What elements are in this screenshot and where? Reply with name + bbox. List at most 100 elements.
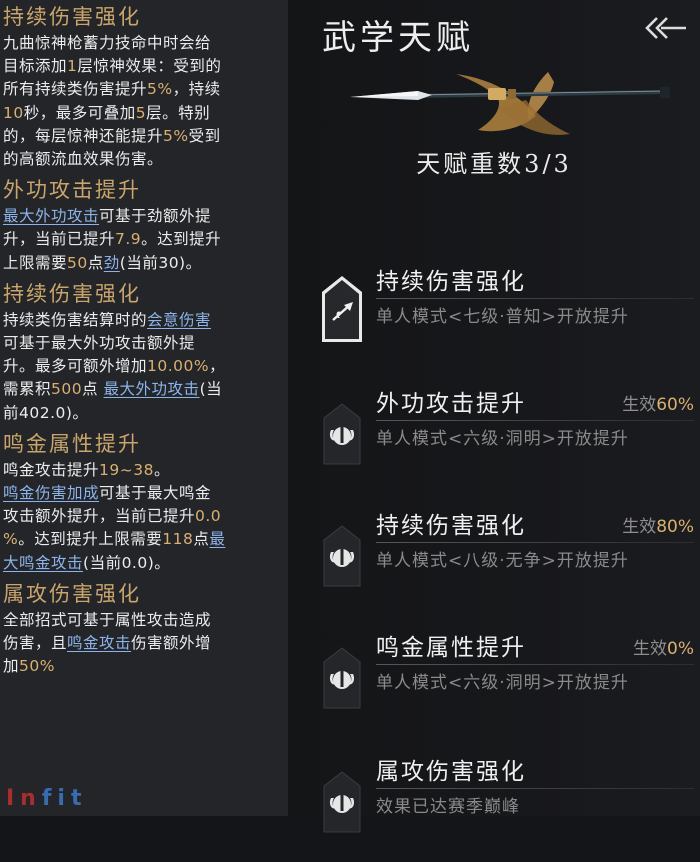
highlight-value: 118 <box>162 530 194 549</box>
description-text: (当 <box>199 380 223 399</box>
description-line: 所有持续类伤害提升5%，持续 <box>3 78 285 101</box>
description-text: 可基于最大鸣金 <box>99 484 212 503</box>
talent-item[interactable]: 持续伤害强化 生效80% 单人模式<八级·无争>开放提升 <box>288 506 700 616</box>
effect-label: 生效 <box>622 395 657 415</box>
martial-talent-panel: 武学天赋 天赋重数3/3 持续伤害强化 单人模式<七级·普知>开放提升 外功攻击提升… <box>288 0 700 833</box>
attribute-link[interactable]: 最大外功攻击 <box>104 380 200 398</box>
talent-unlock-condition: 效果已达赛季巅峰 <box>376 797 520 817</box>
highlight-value: 500 <box>51 380 83 399</box>
highlight-value: 19~38 <box>99 460 154 479</box>
highlight-value: 50 <box>67 253 88 272</box>
talent-unlock-condition: 单人模式<七级·普知>开放提升 <box>376 307 629 327</box>
description-line: 的，每层惊神还能提升5%受到 <box>3 125 285 148</box>
description-line: 的高额流血效果伤害。 <box>3 148 285 171</box>
description-line: 可基于最大外功攻击额外提 <box>3 332 285 355</box>
highlight-value: % <box>3 530 19 549</box>
description-text: 。达到提升 <box>141 230 222 249</box>
divider <box>376 298 694 299</box>
description-text: 点 <box>82 380 104 399</box>
talent-name: 属攻伤害强化 <box>376 759 526 785</box>
talent-unlock-condition: 单人模式<六级·洞明>开放提升 <box>376 429 629 449</box>
description-text: 点 <box>87 253 104 272</box>
description-text: 升。最多可额外增加 <box>3 357 148 376</box>
highlight-value: 5 <box>135 103 147 122</box>
attribute-link[interactable]: 鸣金伤害加成 <box>3 484 99 502</box>
highlight-value: 1 <box>67 57 78 76</box>
description-text: 前402.0)。 <box>3 403 89 422</box>
highlight-value: 10 <box>3 103 24 122</box>
talent-item[interactable]: 属攻伤害强化效果已达赛季巅峰 <box>288 752 700 862</box>
talent-name: 外功攻击提升 <box>376 391 526 417</box>
talent-item[interactable]: 持续伤害强化 单人模式<七级·普知>开放提升 <box>288 262 700 372</box>
section-title: 持续伤害强化 <box>3 5 141 29</box>
description-line: 全部招式可基于属性攻击造成 <box>3 609 285 632</box>
description-line: 上限需要50点劲(当前30)。 <box>3 252 285 275</box>
description-line: 需累积500点 最大外功攻击(当 <box>3 378 285 401</box>
divider <box>376 542 694 543</box>
description-text: 伤害额外增 <box>131 634 212 653</box>
description-text: 秒，最多可叠加 <box>23 103 136 122</box>
description-line: 鸣金伤害加成可基于最大鸣金 <box>3 482 285 505</box>
section-title: 持续伤害强化 <box>3 281 141 306</box>
section-title: 外功攻击提升 <box>3 178 141 203</box>
description-line: 攻击额外提升，当前已提升0.0 <box>3 505 285 528</box>
description-text: 鸣金攻击提升 <box>3 460 100 479</box>
description-text: 。达到提升上限需要 <box>18 530 163 549</box>
description-text: 的，每层惊神还能提升 <box>3 126 164 145</box>
section-description: 鸣金攻击提升19~38。 鸣金伤害加成可基于最大鸣金 攻击额外提升，当前已提升0.0… <box>3 459 285 575</box>
highlight-value: 7.9 <box>115 230 142 249</box>
attribute-link[interactable]: 大鸣金攻击 <box>3 554 83 572</box>
effect-percent: 80% <box>656 517 694 537</box>
description-line: 九曲惊神枪蓄力技命中时会给 <box>3 32 285 55</box>
attribute-link[interactable]: 鸣金攻击 <box>67 634 131 652</box>
section-description: 九曲惊神枪蓄力技命中时会给 目标添加1层惊神效果：受到的 所有持续类伤害提升5%，持… <box>3 32 285 171</box>
description-text: 九曲惊神枪蓄力技命中时会给 <box>3 34 212 52</box>
description-text: (当前0.0)。 <box>83 553 171 572</box>
talent-node-icon <box>322 276 362 342</box>
attribute-link[interactable]: 最 <box>209 530 225 548</box>
description-text: ，持续 <box>172 80 221 99</box>
description-text: 层惊神效果：受到的 <box>77 57 222 76</box>
section-description: 全部招式可基于属性攻击造成 伤害，且鸣金攻击伤害额外增 加50% <box>3 609 285 679</box>
highlight-value: 10.00% <box>147 357 210 376</box>
highlight-value: 0.0 <box>195 507 222 526</box>
effect-status: 生效60% <box>622 390 694 415</box>
description-line: 目标添加1层惊神效果：受到的 <box>3 55 285 78</box>
section-title: 鸣金属性提升 <box>3 431 141 456</box>
description-text: 升，当前已提升 <box>3 230 116 249</box>
description-text: 持续类伤害结算时的 <box>3 310 148 329</box>
attribute-link[interactable]: 最大外功攻击 <box>3 207 99 225</box>
talent-detail-panel: 持续伤害强化 九曲惊神枪蓄力技命中时会给 目标添加1层惊神效果：受到的 所有持续类伤害… <box>0 0 288 816</box>
page-title: 武学天赋 <box>322 18 474 58</box>
talent-item[interactable]: 外功攻击提升 生效60% 单人模式<六级·洞明>开放提升 <box>288 384 700 494</box>
description-text: 可基于劲额外提 <box>99 207 212 226</box>
description-line: %。达到提升上限需要118点最 <box>3 528 285 551</box>
description-text: 上限需要 <box>3 253 68 272</box>
talent-level-label: 天赋重数3/3 <box>416 150 572 178</box>
description-text: 加 <box>3 657 20 676</box>
description-text: 目标添加 <box>3 57 68 76</box>
description-text: (当前30)。 <box>119 253 202 272</box>
back-button[interactable] <box>644 14 688 42</box>
talent-unlock-condition: 单人模式<八级·无争>开放提升 <box>376 551 629 571</box>
talent-item[interactable]: 鸣金属性提升 生效0% 单人模式<六级·洞明>开放提升 <box>288 628 700 738</box>
spear-weapon-image <box>350 72 670 135</box>
divider <box>376 664 694 665</box>
description-text: 需累积 <box>3 380 52 399</box>
highlight-value: 5% <box>147 80 173 99</box>
effect-label: 生效 <box>633 639 668 659</box>
description-text: 伤害，且 <box>3 634 68 653</box>
description-text: 可基于最大外功攻击额外提 <box>3 334 196 353</box>
effect-status: 生效0% <box>633 634 694 659</box>
attribute-link[interactable]: 劲 <box>104 254 120 272</box>
talent-detail-list: 持续伤害强化 九曲惊神枪蓄力技命中时会给 目标添加1层惊神效果：受到的 所有持续类伤害… <box>3 2 285 682</box>
talent-name: 持续伤害强化 <box>376 513 526 539</box>
attribute-link[interactable]: 会意伤害 <box>147 311 211 329</box>
section-description: 最大外功攻击可基于劲额外提升，当前已提升7.9。达到提升上限需要50点劲(当前3… <box>3 205 285 275</box>
description-line: 伤害，且鸣金攻击伤害额外增 <box>3 632 285 655</box>
talent-node-icon <box>323 403 361 465</box>
double-chevron-left-icon <box>645 17 686 39</box>
effect-status: 生效80% <box>622 512 694 537</box>
description-text: 全部招式可基于属性攻击造成 <box>3 610 212 629</box>
divider <box>376 788 694 789</box>
